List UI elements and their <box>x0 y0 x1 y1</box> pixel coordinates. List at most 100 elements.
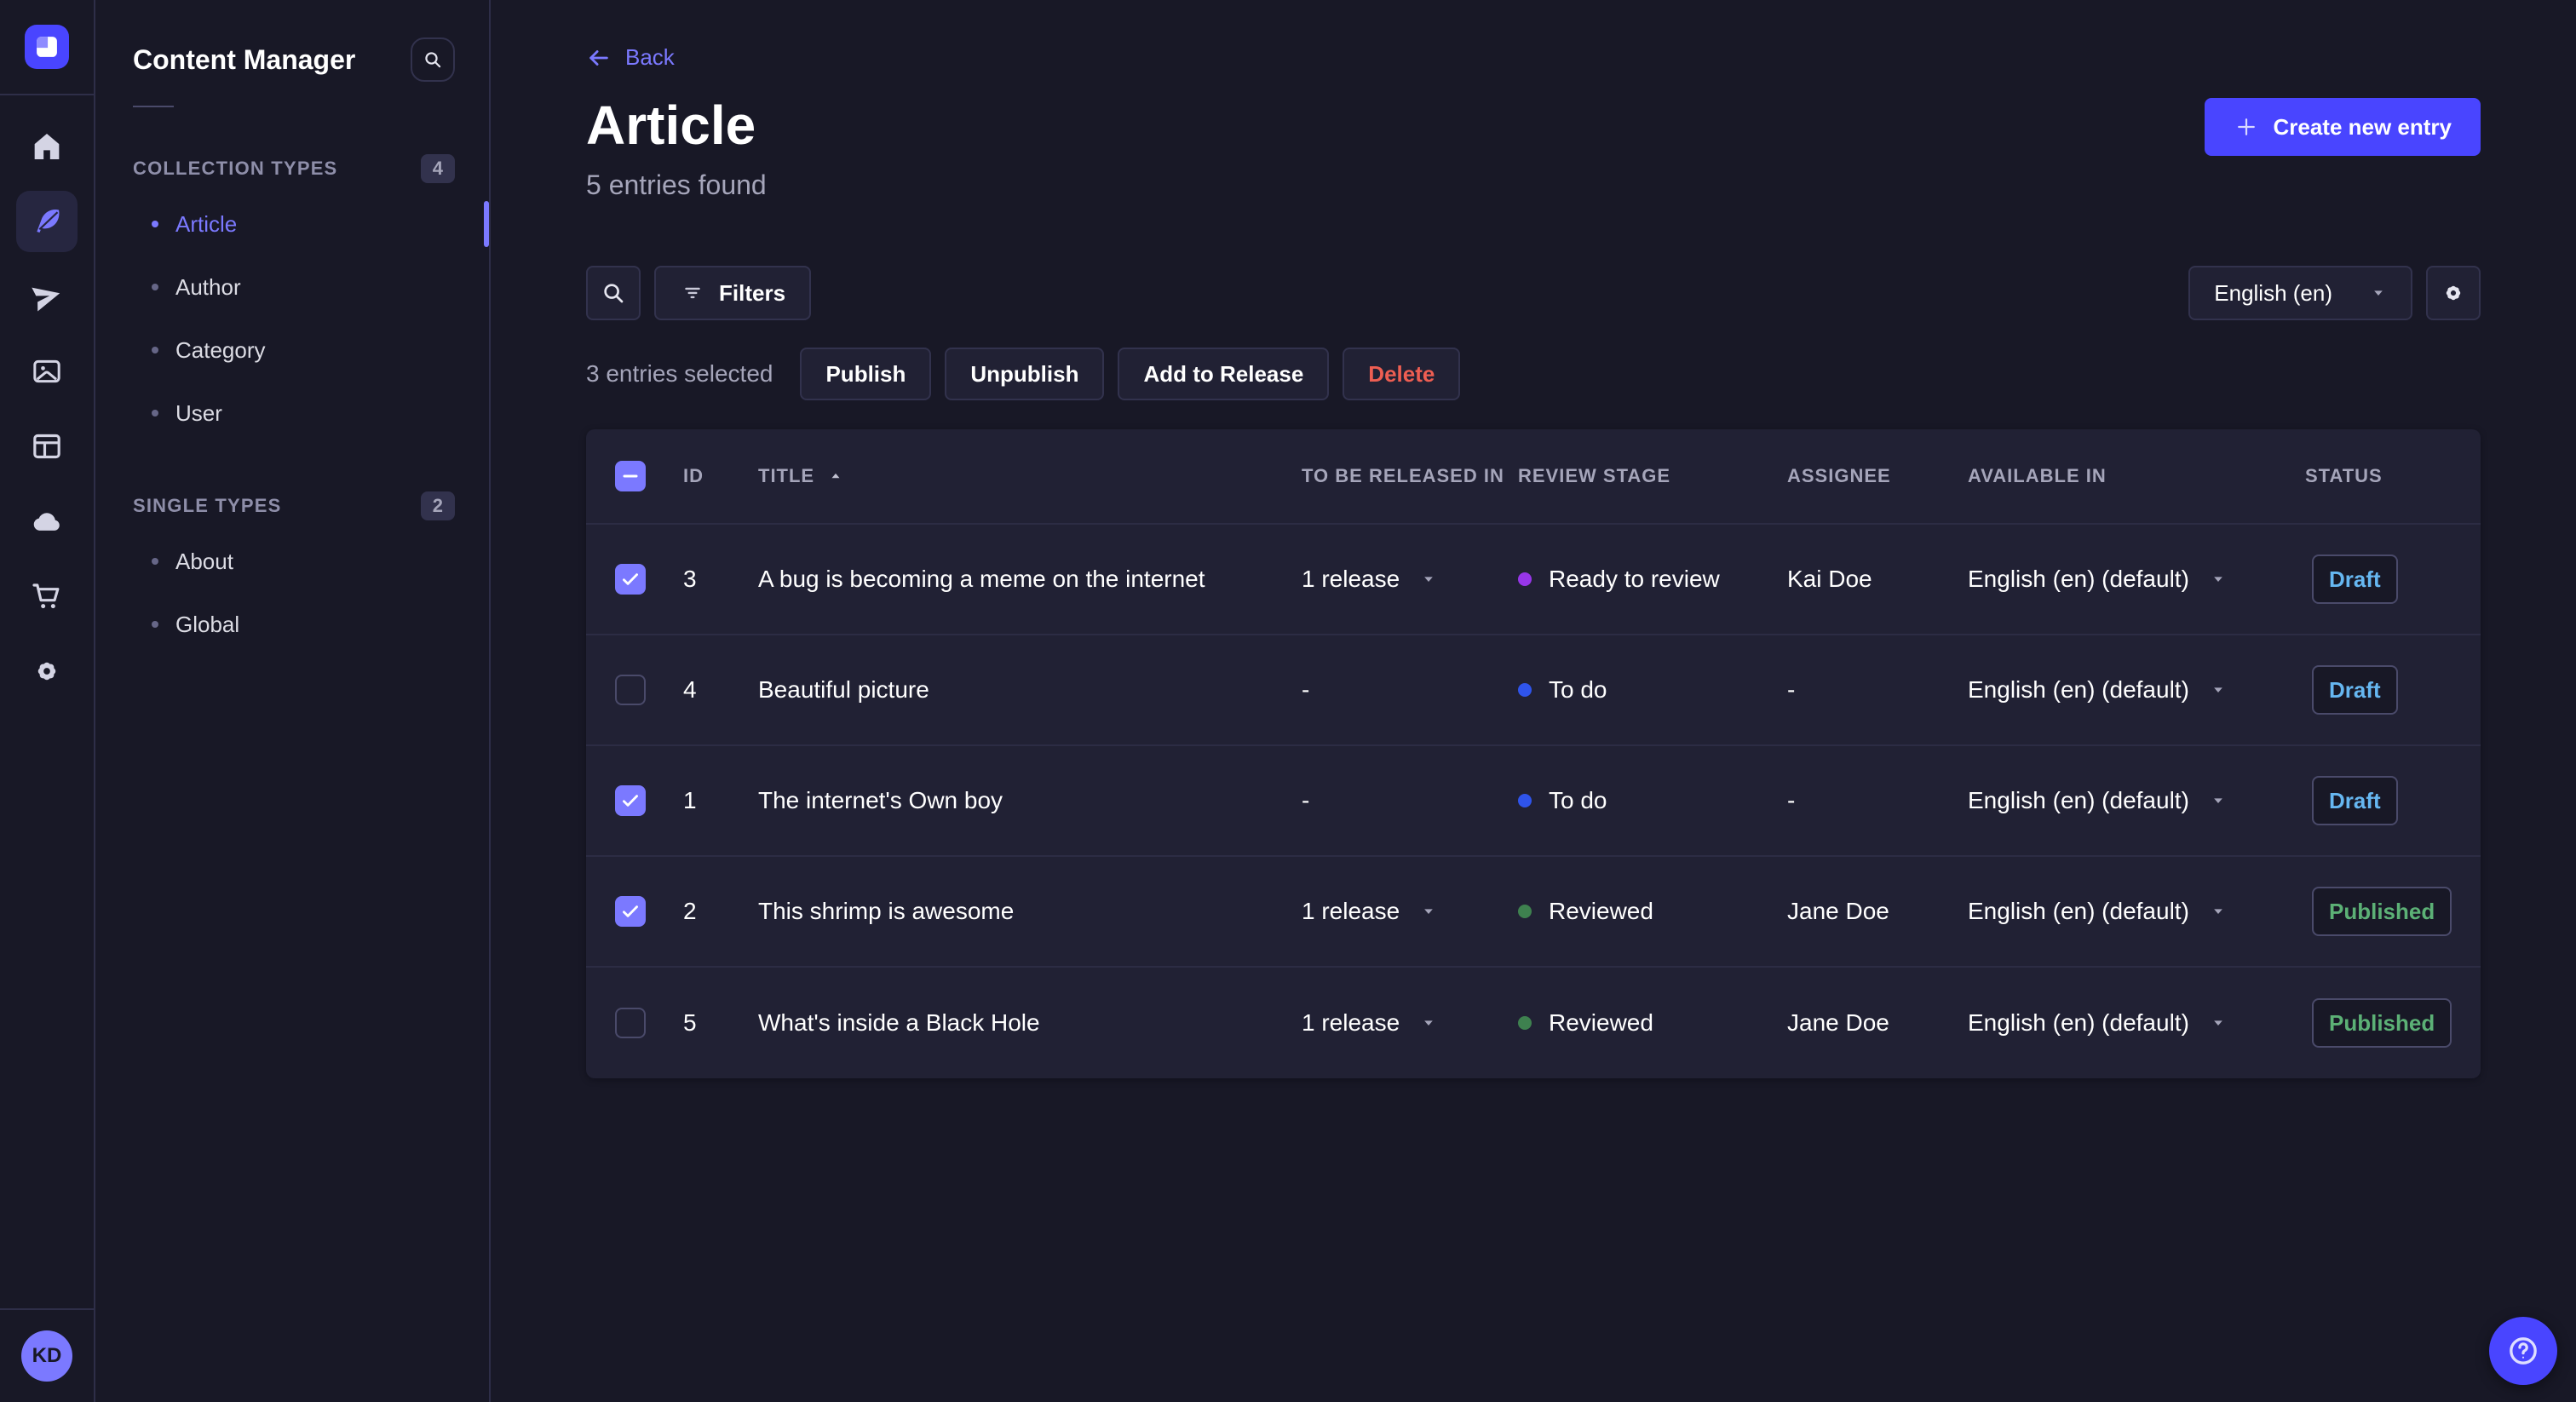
table-row[interactable]: 5 What's inside a Black Hole 1 release R… <box>586 968 2481 1078</box>
nav-rail-item[interactable] <box>16 491 78 552</box>
caret-down-icon[interactable] <box>2210 792 2227 809</box>
subnav-section-items: Article Author Category User <box>95 192 489 445</box>
nav-rail-item[interactable] <box>16 116 78 177</box>
caret-down-icon[interactable] <box>2210 681 2227 698</box>
bullet-icon <box>152 558 158 565</box>
caret-down-icon[interactable] <box>1420 1014 1437 1031</box>
subnav-item[interactable]: Article <box>95 192 489 256</box>
cell-available-in: English (en) (default) <box>1968 566 2227 593</box>
row-checkbox[interactable] <box>615 1008 646 1038</box>
nav-rail-menu <box>16 116 78 702</box>
nav-rail-item[interactable] <box>16 416 78 477</box>
row-checkbox[interactable] <box>615 564 646 595</box>
caret-down-icon[interactable] <box>1420 903 1437 920</box>
column-header-status[interactable]: STATUS <box>2305 465 2481 487</box>
caret-down-icon[interactable] <box>2210 571 2227 588</box>
cell-available-in: English (en) (default) <box>1968 787 2227 814</box>
table-row[interactable]: 4 Beautiful picture - To do - English (e… <box>586 635 2481 746</box>
column-header-id[interactable]: ID <box>666 465 751 487</box>
cell-review-stage: To do <box>1518 676 1774 704</box>
subnav-section-header: COLLECTION TYPES 4 <box>95 152 489 186</box>
selection-count-text: 3 entries selected <box>586 360 773 387</box>
nav-rail-item[interactable] <box>16 191 78 252</box>
subnav-section-count-badge: 4 <box>420 154 455 183</box>
back-label: Back <box>625 44 675 70</box>
table-body: 3 A bug is becoming a meme on the intern… <box>586 525 2481 1078</box>
help-button[interactable] <box>2489 1317 2557 1385</box>
cart-icon <box>30 579 64 613</box>
nav-rail-item[interactable] <box>16 266 78 327</box>
row-checkbox[interactable] <box>615 896 646 927</box>
subnav-item-label: Category <box>175 336 266 363</box>
status-badge: Published <box>2312 998 2452 1048</box>
caret-down-icon[interactable] <box>2210 903 2227 920</box>
cell-title: What's inside a Black Hole <box>758 1009 1040 1036</box>
search-button[interactable] <box>586 266 641 320</box>
table-row[interactable]: 3 A bug is becoming a meme on the intern… <box>586 525 2481 635</box>
nav-rail-item[interactable] <box>16 641 78 702</box>
gear-icon <box>30 654 64 688</box>
column-header-title[interactable]: TITLE <box>751 465 1278 487</box>
row-checkbox[interactable] <box>615 675 646 705</box>
bullet-icon <box>152 410 158 417</box>
column-header-assignee[interactable]: ASSIGNEE <box>1774 465 1941 487</box>
cell-assignee: Jane Doe <box>1787 898 1889 924</box>
select-all-checkbox[interactable] <box>615 461 646 491</box>
table-row[interactable]: 1 The internet's Own boy - To do - Engli… <box>586 746 2481 857</box>
nav-rail-item[interactable] <box>16 341 78 402</box>
row-checkbox[interactable] <box>615 785 646 816</box>
content-manager-app: KD Content Manager COLLECTION TYPES 4 Ar… <box>0 0 2576 1402</box>
subnav-header: Content Manager <box>95 0 489 82</box>
table-row[interactable]: 2 This shrimp is awesome 1 release Revie… <box>586 857 2481 968</box>
caret-down-icon[interactable] <box>1420 571 1437 588</box>
cloud-icon <box>30 504 64 538</box>
entries-table: ID TITLE TO BE RELEASED IN REVIEW STAGE … <box>586 429 2481 1078</box>
subnav-item[interactable]: Global <box>95 593 489 656</box>
cell-assignee: - <box>1787 787 1796 813</box>
strapi-logo[interactable] <box>25 25 69 69</box>
back-link[interactable]: Back <box>586 44 675 71</box>
stage-dot-icon <box>1518 905 1532 918</box>
create-new-entry-button[interactable]: Create new entry <box>2205 98 2481 156</box>
list-settings-button[interactable] <box>2426 266 2481 320</box>
selection-actions: Publish Unpublish Add to Release Delete <box>800 348 1461 400</box>
subnav-item-label: Global <box>175 611 240 637</box>
bullet-icon <box>152 221 158 227</box>
column-header-release[interactable]: TO BE RELEASED IN <box>1278 465 1518 487</box>
subnav-section-header: SINGLE TYPES 2 <box>95 489 489 523</box>
column-header-review-stage[interactable]: REVIEW STAGE <box>1518 465 1774 487</box>
stage-dot-icon <box>1518 572 1532 586</box>
toolbar-left: Filters <box>586 266 812 320</box>
cell-available-in: English (en) (default) <box>1968 1009 2227 1037</box>
subnav-search-button[interactable] <box>411 37 455 82</box>
selection-action-button[interactable]: Delete <box>1343 348 1461 400</box>
subnav-section-count-badge: 2 <box>420 491 455 520</box>
user-avatar[interactable]: KD <box>21 1330 72 1382</box>
cell-release: - <box>1302 787 1310 813</box>
selection-action-button[interactable]: Unpublish <box>945 348 1105 400</box>
layout-icon <box>30 429 64 463</box>
subnav-item[interactable]: About <box>95 530 489 593</box>
home-icon <box>30 129 64 164</box>
cell-assignee: - <box>1787 676 1796 703</box>
paper-plane-icon <box>30 279 64 313</box>
status-badge: Published <box>2312 887 2452 936</box>
cell-id: 1 <box>683 787 697 813</box>
subnav-divider <box>133 106 174 107</box>
nav-rail-item[interactable] <box>16 566 78 627</box>
subnav-section-label: COLLECTION TYPES <box>133 158 338 179</box>
caret-down-icon[interactable] <box>2210 1014 2227 1031</box>
subnav-item[interactable]: Category <box>95 319 489 382</box>
column-header-available-in[interactable]: AVAILABLE IN <box>1941 465 2305 487</box>
create-new-entry-label: Create new entry <box>2273 113 2452 140</box>
subnav-item[interactable]: User <box>95 382 489 445</box>
feather-icon <box>30 204 64 238</box>
selection-action-button[interactable]: Add to Release <box>1118 348 1330 400</box>
locale-select[interactable]: English (en) <box>2188 266 2412 320</box>
page-title-block: Article 5 entries found <box>586 95 767 201</box>
subnav-item[interactable]: Author <box>95 256 489 319</box>
selection-action-button[interactable]: Publish <box>800 348 932 400</box>
subnav-item-label: Author <box>175 273 241 300</box>
nav-rail-footer: KD <box>0 1308 94 1402</box>
filters-button[interactable]: Filters <box>654 266 812 320</box>
